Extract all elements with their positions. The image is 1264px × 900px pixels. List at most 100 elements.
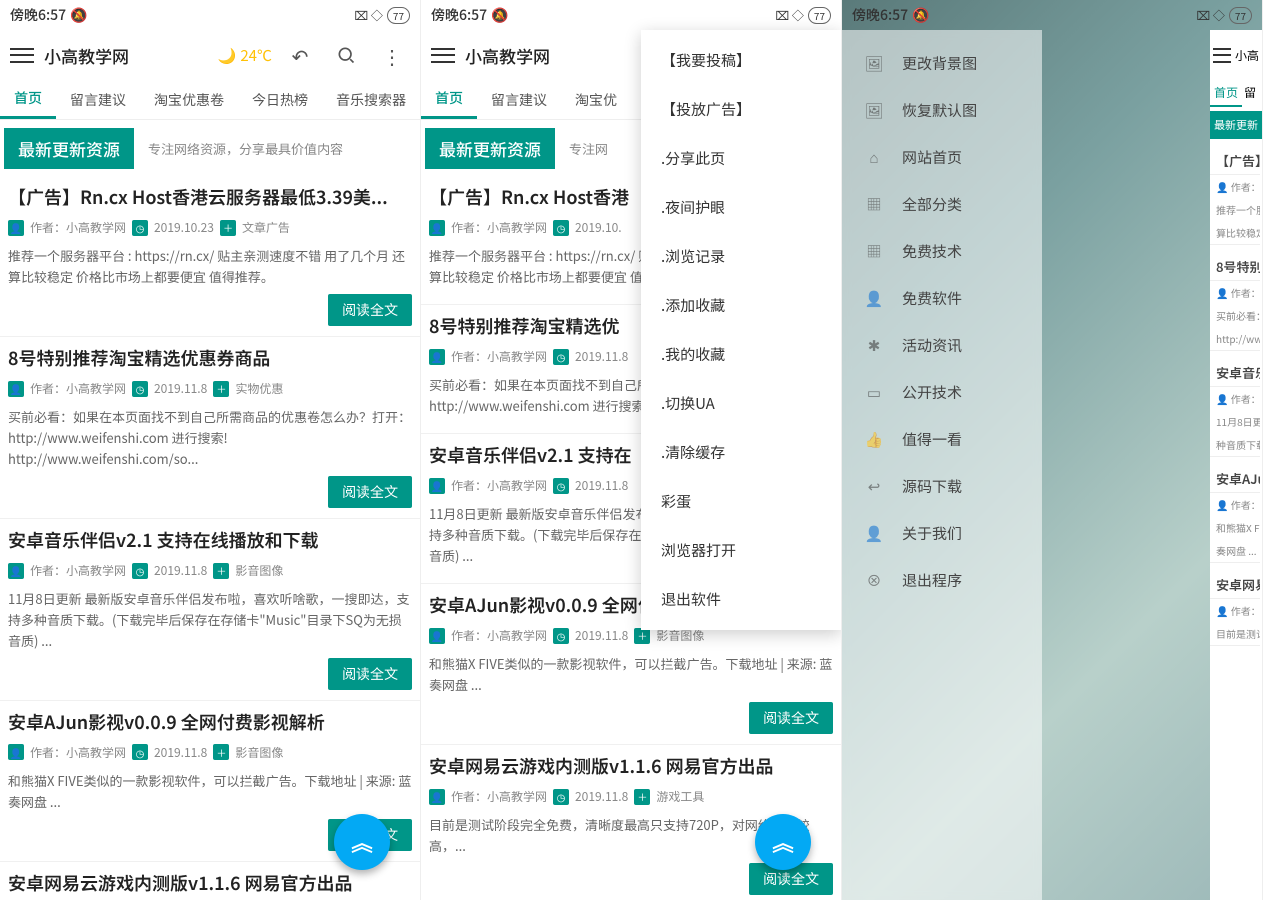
mute-icon: 🔕 [70, 5, 87, 25]
overflow-item-0[interactable]: 【我要投稿】 [641, 36, 841, 85]
article-excerpt: 和熊猫X FIVE类似的一款影视软件，可以拦截广告。下载地址 | 来源: 蓝奏网… [8, 771, 412, 813]
battery-level: 77 [387, 7, 410, 24]
date-icon: ◷ [553, 628, 569, 644]
article-category: 影音图像 [235, 562, 283, 579]
author-label: 作者：小高教学网 [30, 380, 126, 397]
tab-hot[interactable]: 今日热榜 [238, 80, 322, 119]
drawer-item-9[interactable]: ↩源码下载 [842, 463, 1042, 510]
drawer-item-label: 公开技术 [902, 382, 962, 403]
tab-home[interactable]: 首页 [421, 80, 477, 119]
drawer-item-2[interactable]: ⌂网站首页 [842, 134, 1042, 181]
overflow-item-8[interactable]: .清除缓存 [641, 428, 841, 477]
overflow-item-1[interactable]: 【投放广告】 [641, 85, 841, 134]
tab-home[interactable]: 首页 [0, 80, 56, 119]
overflow-item-10[interactable]: 浏览器打开 [641, 526, 841, 575]
tab-music[interactable]: 音乐搜索器 [322, 80, 420, 119]
drawer-item-icon: ▭ [864, 383, 884, 403]
tab-coupons[interactable]: 淘宝优惠卷 [140, 80, 238, 119]
date-icon: ◷ [553, 220, 569, 236]
overflow-item-3[interactable]: .夜间护眼 [641, 183, 841, 232]
menu-button[interactable] [431, 43, 455, 67]
banner-badge: 最新更新资源 [425, 128, 555, 169]
overflow-item-4[interactable]: .浏览记录 [641, 232, 841, 281]
menu-button[interactable] [10, 43, 34, 67]
drawer-item-5[interactable]: 👤 免费软件 [842, 275, 1042, 322]
drawer-item-11[interactable]: ⊗退出程序 [842, 557, 1042, 604]
undo-button[interactable]: ↶ [282, 37, 318, 73]
read-more-button[interactable]: 阅读全文 [328, 658, 412, 690]
article-category: 文章广告 [242, 219, 290, 236]
tab-slice-home[interactable]: 首页 [1210, 80, 1242, 107]
author-label: 作者：小高教学网 [451, 788, 547, 805]
category-icon: ＋ [213, 563, 229, 579]
author-label: 作者：小高教学网 [451, 477, 547, 494]
article-meta: 👤 作者：小高教学网 ◷ 2019.11.8 ＋游戏工具 [429, 788, 833, 805]
date-icon: ◷ [132, 744, 148, 760]
tab-feedback[interactable]: 留言建议 [477, 80, 561, 119]
date-icon: ◷ [553, 789, 569, 805]
read-more-button[interactable]: 阅读全文 [328, 294, 412, 326]
article-date: 2019.11.8 [154, 380, 207, 397]
tab-coupons[interactable]: 淘宝优 [561, 80, 631, 119]
author-label: 作者：小高教学网 [30, 562, 126, 579]
underlying-page-slice: 小高 首页留 最新更新 【广告】R 👤 作者：小 推荐一个服务 算比较稳定 价 … [1210, 30, 1262, 900]
drawer-item-1[interactable]: 🖼恢复默认图 [842, 87, 1042, 134]
drawer-item-icon: 👤 [864, 524, 884, 544]
drawer-item-icon: 👤 [864, 289, 884, 309]
author-label: 作者：小高教学网 [451, 348, 547, 365]
overflow-item-7[interactable]: .切换UA [641, 379, 841, 428]
phone-3: 傍晚6:57 🔕 ⌧ ◇ 77 小高 首页留 最新更新 【广告】R 👤 作者：小… [842, 0, 1263, 900]
author-icon: 👤 [8, 563, 24, 579]
overflow-item-6[interactable]: .我的收藏 [641, 330, 841, 379]
weather-widget[interactable]: 🌙 24℃ [218, 45, 272, 66]
overflow-button[interactable]: ⋮ [374, 37, 410, 73]
signal-icon: ⌧ ◇ [1196, 7, 1225, 24]
drawer-item-label: 免费软件 [902, 288, 962, 309]
author-label: 作者：小高教学网 [451, 219, 547, 236]
tab-feedback[interactable]: 留言建议 [56, 80, 140, 119]
drawer-item-4[interactable]: ▦免费技术 [842, 228, 1042, 275]
drawer-item-label: 值得一看 [902, 429, 962, 450]
drawer-item-6[interactable]: ✱活动资讯 [842, 322, 1042, 369]
drawer-item-8[interactable]: 👍值得一看 [842, 416, 1042, 463]
drawer-item-label: 网站首页 [902, 147, 962, 168]
temperature: 24℃ [240, 45, 272, 66]
drawer-item-label: 源码下载 [902, 476, 962, 497]
article-1[interactable]: 8号特别推荐淘宝精选优惠券商品 👤 作者：小高教学网 ◷ 2019.11.8 ＋… [0, 337, 420, 519]
mute-icon: 🔕 [912, 5, 929, 25]
read-more-button[interactable]: 阅读全文 [328, 476, 412, 508]
article-title: 安卓AJun影视v0.0.9 全网付费影视解析 [8, 711, 412, 734]
drawer-item-label: 关于我们 [902, 523, 962, 544]
drawer-item-7[interactable]: ▭ 公开技术 [842, 369, 1042, 416]
banner-badge: 最新更新资源 [4, 128, 134, 169]
menu-button-slice[interactable] [1213, 43, 1231, 67]
author-label: 作者：小高教学网 [30, 744, 126, 761]
article-meta: 👤 作者：小高教学网 ◷ 2019.11.8 ＋ 影音图像 [8, 744, 412, 761]
drawer-item-0[interactable]: 🖼更改背景图 [842, 40, 1042, 87]
overflow-item-2[interactable]: .分享此页 [641, 134, 841, 183]
drawer-item-icon: ✱ [864, 336, 884, 356]
article-0[interactable]: 【广告】Rn.cx Host香港云服务器最低3.39美... 👤 作者：小高教学… [0, 176, 420, 337]
author-icon: 👤 [429, 628, 445, 644]
article-excerpt: 和熊猫X FIVE类似的一款影视软件，可以拦截广告。下载地址 | 来源: 蓝奏网… [429, 654, 833, 696]
search-button[interactable] [328, 37, 364, 73]
article-list[interactable]: 【广告】Rn.cx Host香港云服务器最低3.39美... 👤 作者：小高教学… [0, 176, 420, 900]
overflow-item-5[interactable]: .添加收藏 [641, 281, 841, 330]
drawer-item-10[interactable]: 👤 关于我们 [842, 510, 1042, 557]
article-title: 安卓音乐伴侣v2.1 支持在线播放和下载 [8, 529, 412, 552]
read-more-button[interactable]: 阅读全文 [749, 702, 833, 734]
overflow-item-11[interactable]: 退出软件 [641, 575, 841, 624]
status-time: 傍晚6:57 [852, 5, 908, 25]
scroll-top-fab[interactable]: ︽ [334, 814, 390, 870]
tab-bar: 首页 留言建议 淘宝优惠卷 今日热榜 音乐搜索器 [0, 80, 420, 120]
article-2[interactable]: 安卓音乐伴侣v2.1 支持在线播放和下载 👤 作者：小高教学网 ◷ 2019.1… [0, 519, 420, 701]
banner: 最新更新资源 专注网络资源，分享最具价值内容 [4, 126, 416, 170]
author-icon: 👤 [8, 220, 24, 236]
signal-icon: ⌧ ◇ [354, 7, 383, 24]
battery-level: 77 [808, 7, 831, 24]
article-date: 2019.11.8 [154, 744, 207, 761]
scroll-top-fab[interactable]: ︽ [755, 814, 811, 870]
overflow-item-9[interactable]: 彩蛋 [641, 477, 841, 526]
drawer-item-3[interactable]: ▦全部分类 [842, 181, 1042, 228]
author-label: 作者：小高教学网 [30, 219, 126, 236]
